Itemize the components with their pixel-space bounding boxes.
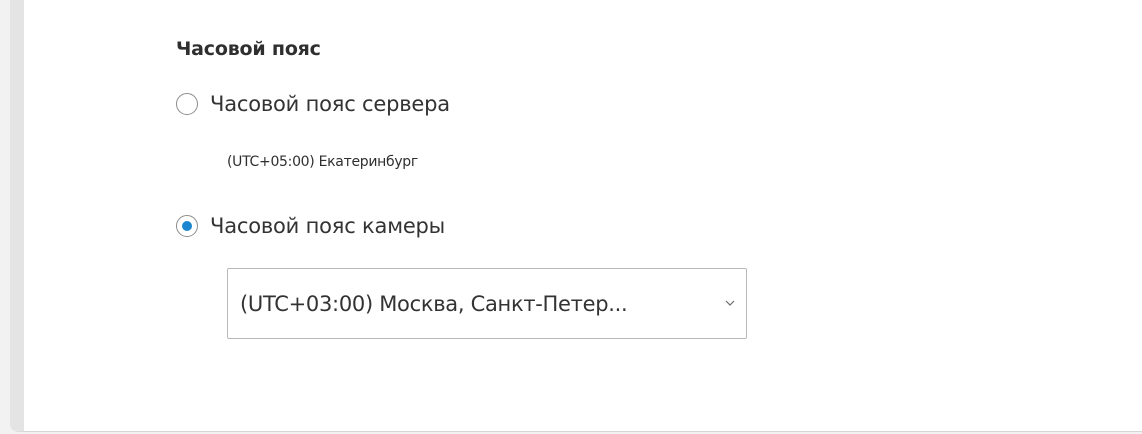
chevron-down-icon[interactable] [724,297,736,309]
server-timezone-option[interactable]: Часовой пояс сервера [176,92,450,116]
timezone-panel: Часовой пояс Часовой пояс сервера (UTC+0… [10,0,1142,432]
server-timezone-info: (UTC+05:00) Екатеринбург [227,154,418,170]
server-timezone-radio[interactable] [176,93,198,115]
camera-timezone-select-value: (UTC+03:00) Москва, Санкт-Петер... [240,291,628,316]
camera-timezone-radio[interactable] [176,215,198,237]
server-timezone-label: Часовой пояс сервера [210,92,450,116]
camera-timezone-option[interactable]: Часовой пояс камеры [176,214,445,238]
camera-timezone-label: Часовой пояс камеры [210,214,446,238]
camera-timezone-select[interactable]: (UTC+03:00) Москва, Санкт-Петер... [227,268,747,339]
timezone-section-title: Часовой пояс [176,38,321,60]
